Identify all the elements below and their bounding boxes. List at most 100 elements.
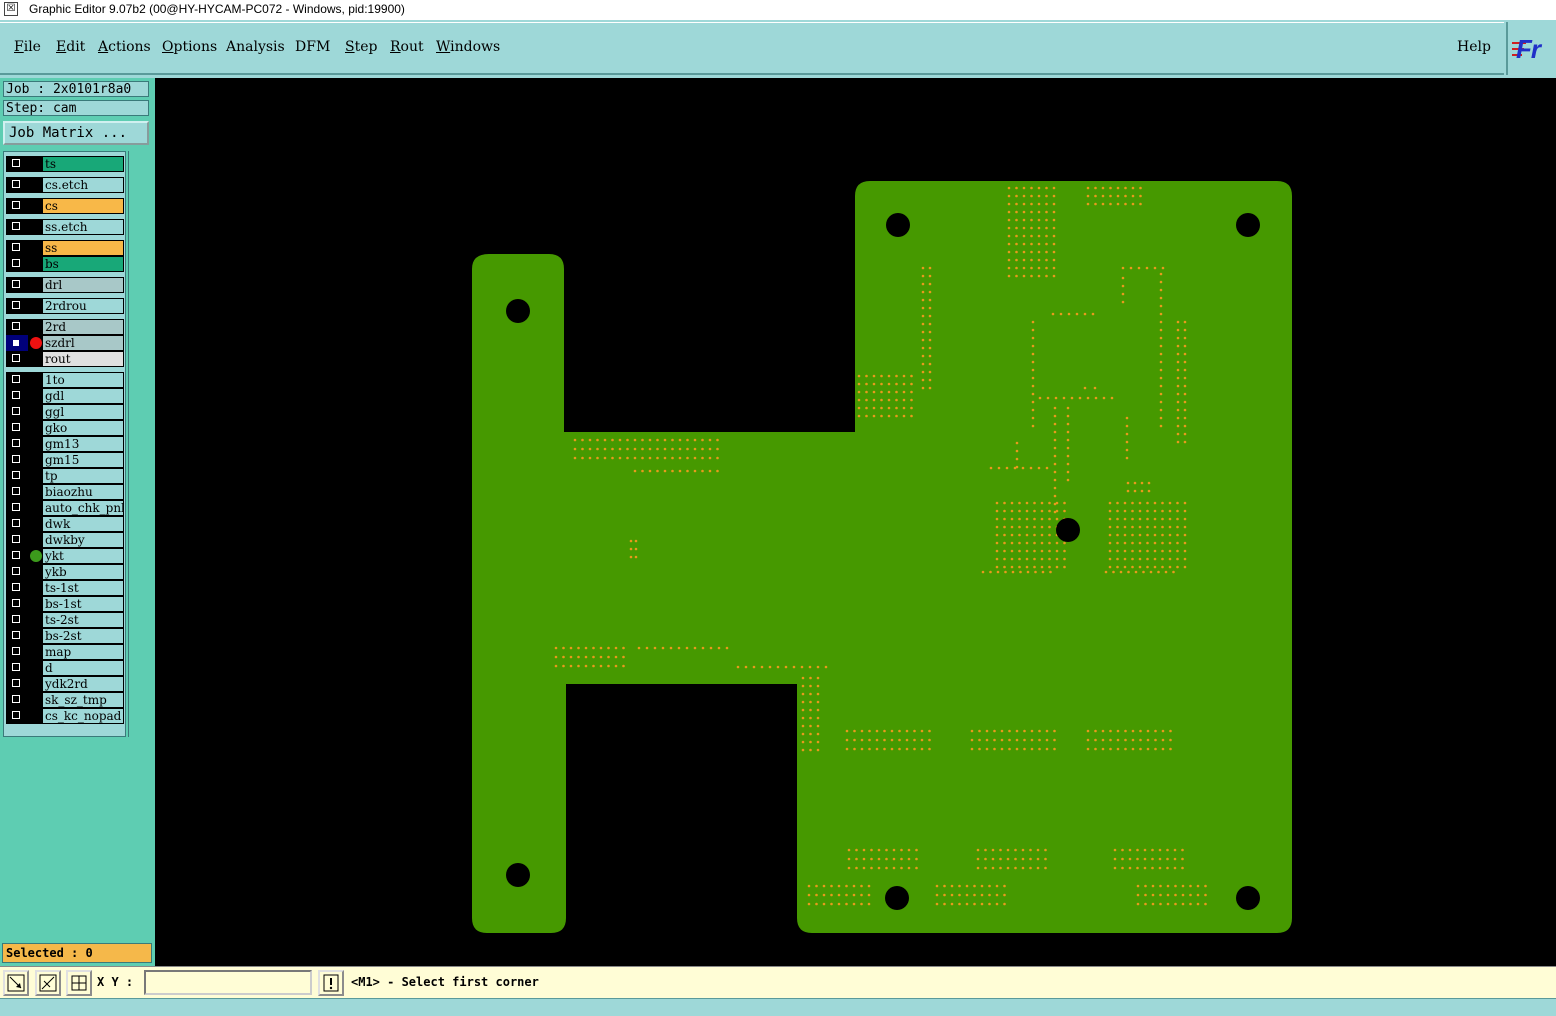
layer-name[interactable]: cs — [42, 198, 124, 214]
layer-checkbox[interactable] — [6, 335, 28, 351]
layer-checkbox[interactable] — [6, 628, 28, 644]
menu-edit[interactable]: Edit — [56, 39, 85, 55]
layer-checkbox[interactable] — [6, 198, 28, 214]
layer-checkbox[interactable] — [6, 372, 28, 388]
layer-row-d[interactable]: d — [5, 660, 125, 676]
layer-row-2rd[interactable]: 2rd — [5, 319, 125, 335]
menu-windows[interactable]: Windows — [436, 39, 500, 55]
layer-checkbox[interactable] — [6, 596, 28, 612]
layer-name[interactable]: sk_sz_tmp — [42, 692, 124, 708]
layer-name[interactable]: ykt — [42, 548, 124, 564]
layer-checkbox[interactable] — [6, 484, 28, 500]
layer-name[interactable]: ggl — [42, 404, 124, 420]
layer-name[interactable]: ts-2st — [42, 612, 124, 628]
layer-name[interactable]: bs — [42, 256, 124, 272]
layer-row-bs-2st[interactable]: bs-2st — [5, 628, 125, 644]
layer-name[interactable]: bs-1st — [42, 596, 124, 612]
layer-name[interactable]: ykb — [42, 564, 124, 580]
layer-name[interactable]: ydk2rd — [42, 676, 124, 692]
layer-name[interactable]: ts-1st — [42, 580, 124, 596]
layer-checkbox[interactable] — [6, 532, 28, 548]
layer-checkbox[interactable] — [6, 404, 28, 420]
layer-checkbox[interactable] — [6, 420, 28, 436]
layer-checkbox[interactable] — [6, 277, 28, 293]
layer-checkbox[interactable] — [6, 240, 28, 256]
layer-row-tp[interactable]: tp — [5, 468, 125, 484]
layer-row-ykb[interactable]: ykb — [5, 564, 125, 580]
menu-actions[interactable]: Actions — [98, 39, 151, 55]
job-matrix-button[interactable]: Job Matrix ... — [3, 121, 149, 145]
layer-row-biaozhu[interactable]: biaozhu — [5, 484, 125, 500]
layer-checkbox[interactable] — [6, 612, 28, 628]
layer-row-sk_sz_tmp[interactable]: sk_sz_tmp — [5, 692, 125, 708]
xy-input[interactable] — [144, 970, 312, 995]
layer-checkbox[interactable] — [6, 298, 28, 314]
layer-row-gko[interactable]: gko — [5, 420, 125, 436]
layer-row-ts[interactable]: ts — [5, 156, 125, 172]
layer-row-rout[interactable]: rout — [5, 351, 125, 367]
layer-checkbox[interactable] — [6, 319, 28, 335]
layer-name[interactable]: gdl — [42, 388, 124, 404]
measure-button[interactable] — [35, 970, 61, 996]
layer-checkbox[interactable] — [6, 692, 28, 708]
layer-checkbox[interactable] — [6, 660, 28, 676]
layer-list-scrollbar[interactable] — [128, 151, 152, 737]
zoom-window-button[interactable] — [3, 970, 29, 996]
layer-row-dwk[interactable]: dwk — [5, 516, 125, 532]
layer-checkbox[interactable] — [6, 468, 28, 484]
layer-name[interactable]: bs-2st — [42, 628, 124, 644]
layer-checkbox[interactable] — [6, 580, 28, 596]
layer-name[interactable]: d — [42, 660, 124, 676]
layer-row-gdl[interactable]: gdl — [5, 388, 125, 404]
layer-name[interactable]: gko — [42, 420, 124, 436]
layer-row-gm13[interactable]: gm13 — [5, 436, 125, 452]
menu-dfm[interactable]: DFM — [295, 39, 330, 55]
layer-row-cs[interactable]: cs — [5, 198, 125, 214]
layer-checkbox[interactable] — [6, 388, 28, 404]
layer-checkbox[interactable] — [6, 500, 28, 516]
layer-row-dwkby[interactable]: dwkby — [5, 532, 125, 548]
layer-checkbox[interactable] — [6, 156, 28, 172]
menu-file[interactable]: File — [14, 39, 41, 55]
layer-checkbox[interactable] — [6, 548, 28, 564]
layer-checkbox[interactable] — [6, 676, 28, 692]
layer-row-map[interactable]: map — [5, 644, 125, 660]
grid-snap-button[interactable] — [66, 970, 92, 996]
layer-checkbox[interactable] — [6, 452, 28, 468]
layer-name[interactable]: gm15 — [42, 452, 124, 468]
layer-name[interactable]: auto_chk_pnl — [42, 500, 124, 516]
layer-row-2rdrou[interactable]: 2rdrou — [5, 298, 125, 314]
layer-name[interactable]: gm13 — [42, 436, 124, 452]
layer-row-ggl[interactable]: ggl — [5, 404, 125, 420]
layer-row-bs[interactable]: bs — [5, 256, 125, 272]
layer-name[interactable]: cs_kc_nopad — [42, 708, 124, 724]
layer-name[interactable]: 2rd — [42, 319, 124, 335]
layer-name[interactable]: ts — [42, 156, 124, 172]
layer-checkbox[interactable] — [6, 256, 28, 272]
graphic-canvas[interactable] — [155, 78, 1556, 966]
layer-name[interactable]: dwkby — [42, 532, 124, 548]
menu-analysis[interactable]: Analysis — [226, 39, 285, 55]
layer-name[interactable]: 2rdrou — [42, 298, 124, 314]
layer-name[interactable]: rout — [42, 351, 124, 367]
pcb-board-view[interactable] — [155, 78, 1556, 966]
layer-row-szdrl[interactable]: szdrl — [5, 335, 125, 351]
layer-row-cs.etch[interactable]: cs.etch — [5, 177, 125, 193]
menu-options[interactable]: Options — [162, 39, 217, 55]
layer-checkbox[interactable] — [6, 219, 28, 235]
layer-row-bs-1st[interactable]: bs-1st — [5, 596, 125, 612]
menu-help[interactable]: Help — [1457, 39, 1491, 55]
layer-name[interactable]: ss.etch — [42, 219, 124, 235]
layer-name[interactable]: 1to — [42, 372, 124, 388]
layer-name[interactable]: cs.etch — [42, 177, 124, 193]
layer-row-gm15[interactable]: gm15 — [5, 452, 125, 468]
layer-row-ts-2st[interactable]: ts-2st — [5, 612, 125, 628]
layer-name[interactable]: map — [42, 644, 124, 660]
layer-checkbox[interactable] — [6, 436, 28, 452]
layer-row-ts-1st[interactable]: ts-1st — [5, 580, 125, 596]
menu-rout[interactable]: Rout — [390, 39, 424, 55]
layer-row-auto_chk_pnl[interactable]: auto_chk_pnl — [5, 500, 125, 516]
layer-row-ydk2rd[interactable]: ydk2rd — [5, 676, 125, 692]
layer-checkbox[interactable] — [6, 708, 28, 724]
layer-checkbox[interactable] — [6, 564, 28, 580]
